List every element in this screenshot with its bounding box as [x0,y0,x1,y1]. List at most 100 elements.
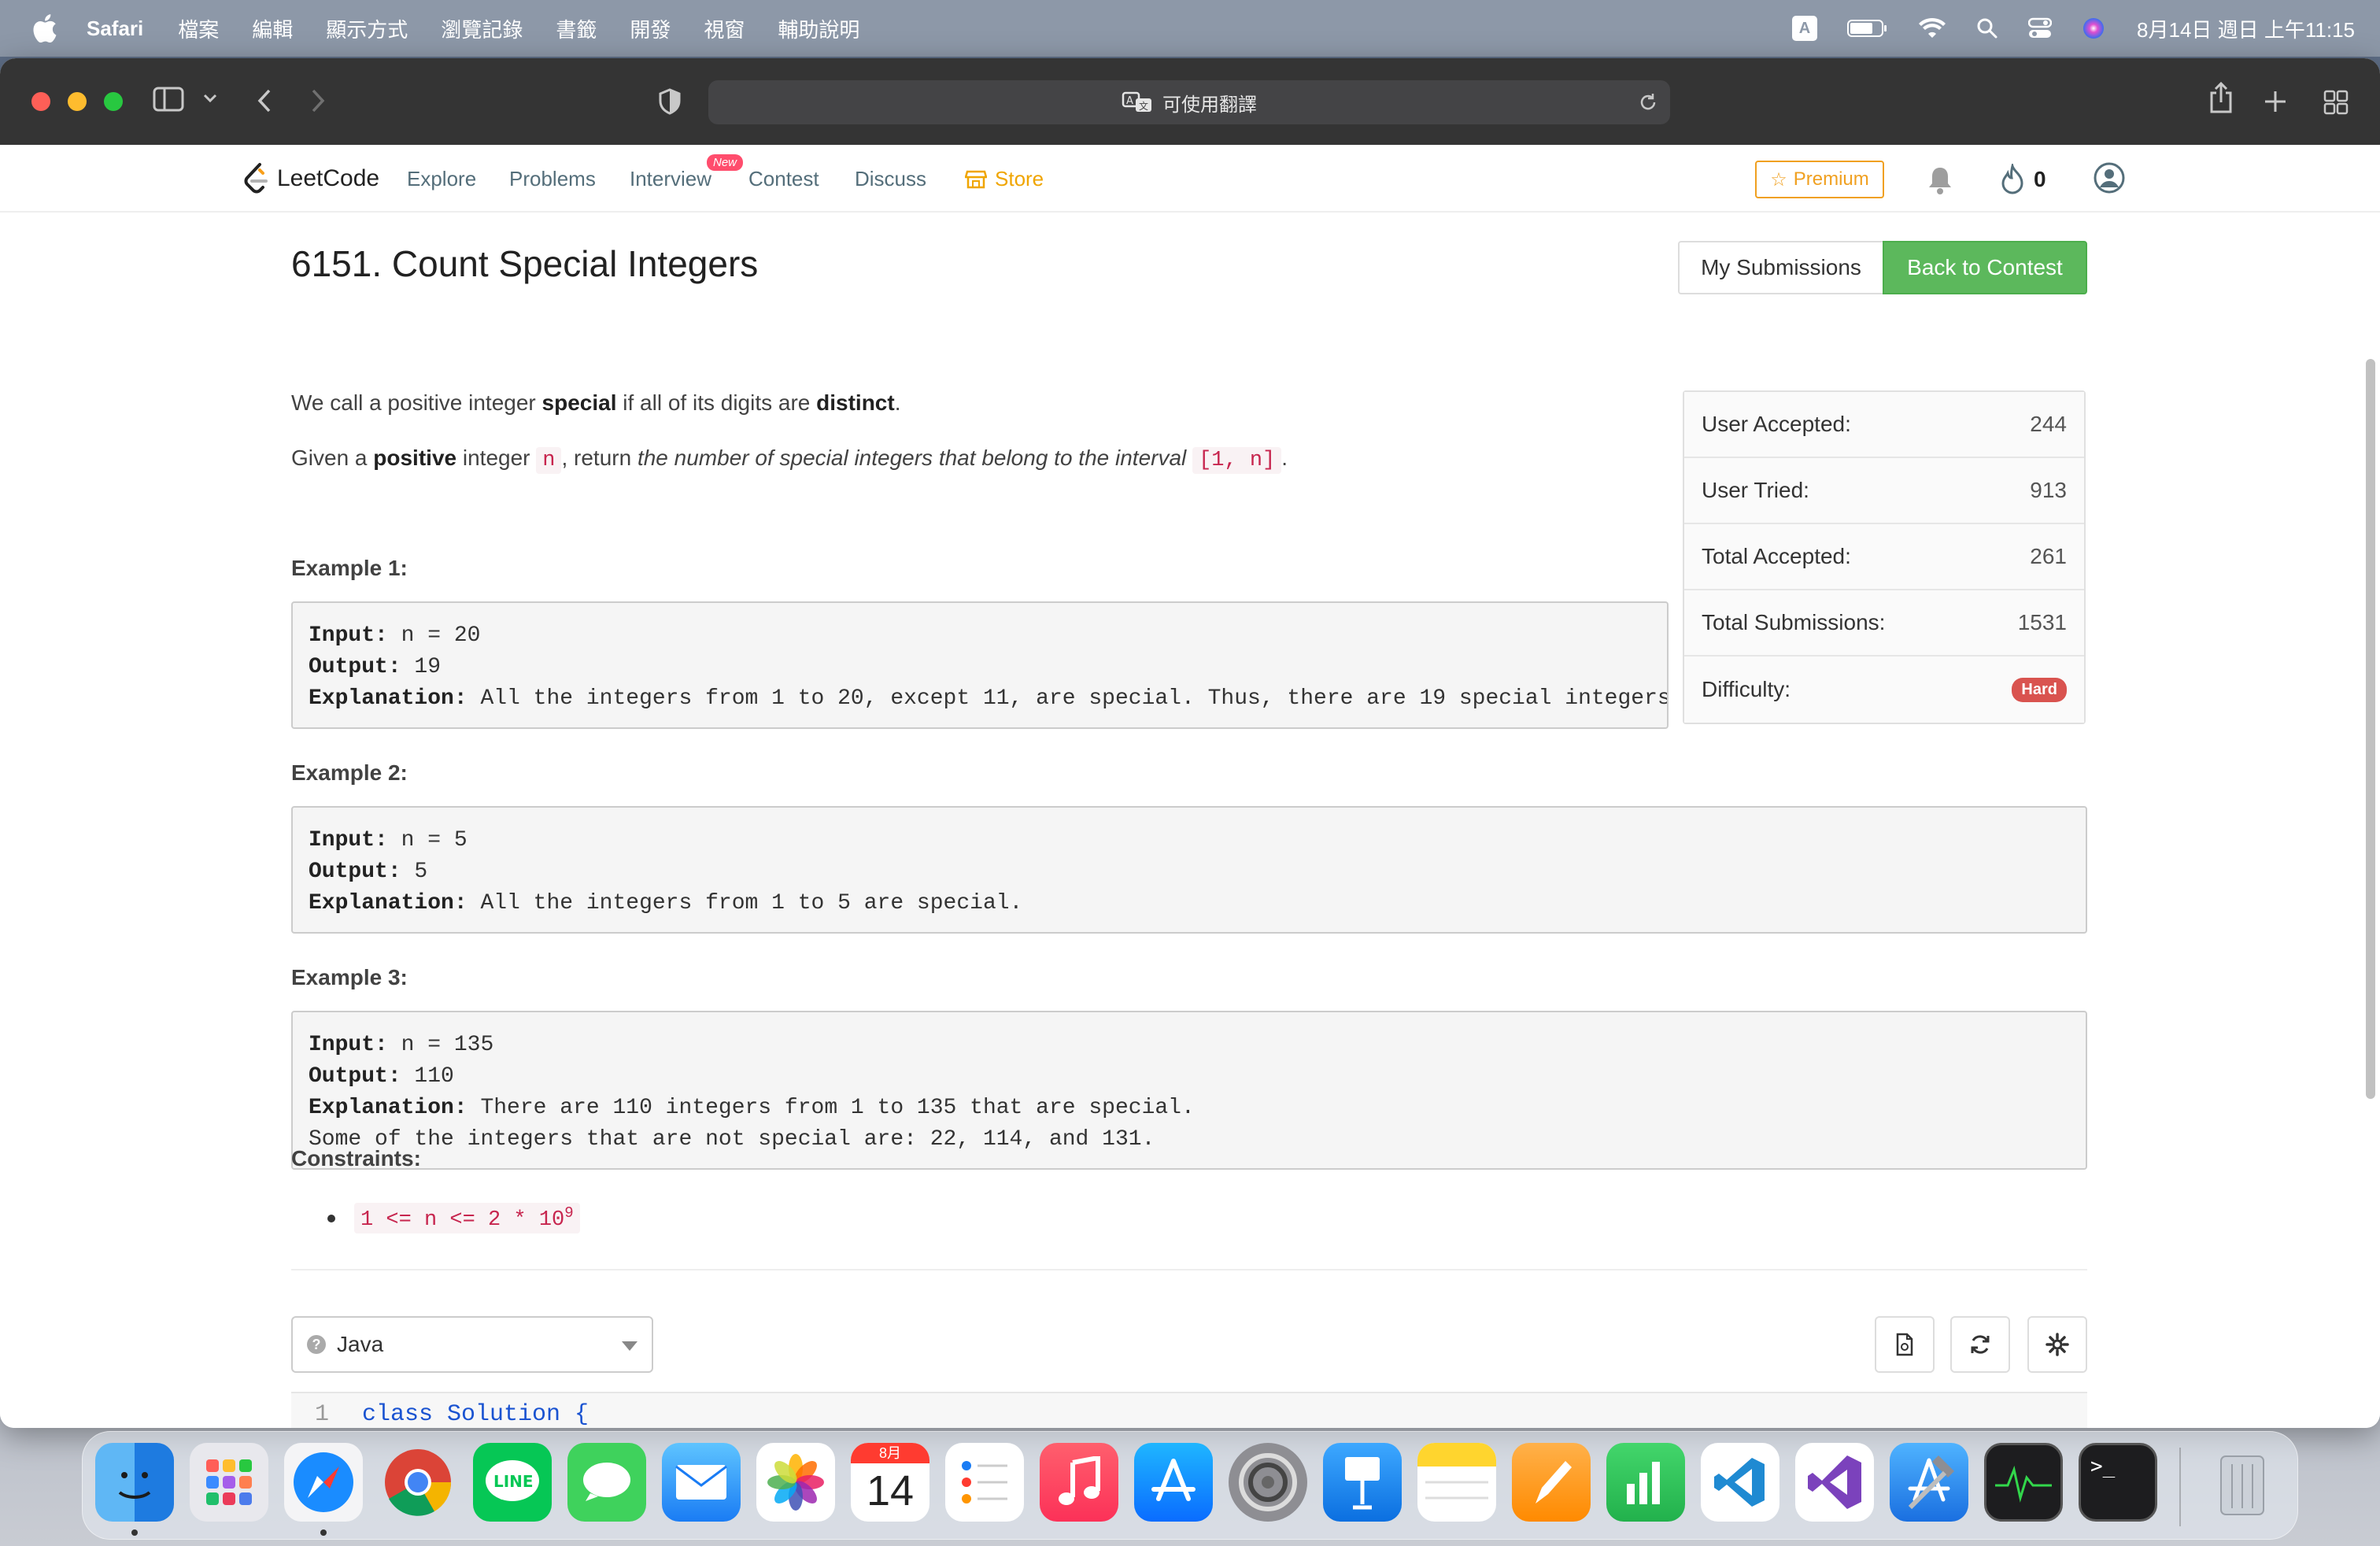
nav-discuss[interactable]: Discuss [855,167,926,191]
visual-studio-icon[interactable] [1795,1443,1874,1522]
text: if all of its digits are [616,390,817,415]
reminders-icon[interactable] [945,1443,1024,1522]
menu-help[interactable]: 輔助說明 [778,14,859,43]
help-icon[interactable]: ? [307,1335,326,1354]
stat-value: 261 [2030,544,2067,568]
leetcode-logo[interactable]: LeetCode [242,162,379,195]
xcode-icon[interactable] [1890,1443,1968,1522]
leetcode-logo-icon [244,163,268,194]
nav-contest[interactable]: Contest [748,167,819,191]
translate-icon[interactable]: A文 [1122,91,1153,114]
music-icon[interactable] [1040,1443,1118,1522]
address-bar[interactable]: A文 可使用翻譯 [708,80,1670,124]
file-template-button[interactable] [1875,1316,1935,1373]
menu-bookmarks[interactable]: 書籤 [556,14,597,43]
new-tab-icon[interactable] [2264,90,2287,113]
back-arrow-icon[interactable] [257,88,272,113]
example-3-block: Input: n = 135 Output: 110 Explanation: … [291,1011,2087,1170]
system-preferences-icon[interactable] [1229,1443,1307,1522]
photos-icon[interactable] [756,1443,835,1522]
text: We call a positive integer [291,390,542,415]
sidebar-toggle-icon[interactable] [153,87,184,112]
chevron-down-icon[interactable] [203,93,217,104]
address-text: 可使用翻譯 [1162,94,1257,116]
pages-icon[interactable] [1512,1443,1591,1522]
app-store-icon[interactable] [1134,1443,1213,1522]
window-controls [31,92,140,111]
trash-icon[interactable] [2203,1443,2282,1522]
text: Given a [291,446,374,470]
line-icon[interactable]: LINE [473,1443,552,1522]
menu-history[interactable]: 瀏覽記錄 [441,14,523,43]
input-source-icon[interactable]: A [1792,16,1818,41]
nav-problems[interactable]: Problems [509,167,596,191]
messages-icon[interactable] [567,1443,646,1522]
finder-icon[interactable] [95,1443,174,1522]
numbers-icon[interactable] [1606,1443,1685,1522]
keynote-icon[interactable] [1323,1443,1402,1522]
vscode-icon[interactable] [1701,1443,1779,1522]
launchpad-icon[interactable] [190,1443,268,1522]
menu-edit[interactable]: 編輯 [252,14,293,43]
stat-label: User Accepted: [1702,412,1851,436]
safari-icon[interactable] [284,1443,363,1522]
calendar-icon[interactable]: 8月 14 [851,1443,929,1522]
share-icon[interactable] [2208,82,2234,113]
forward-arrow-icon[interactable] [310,88,326,113]
stat-total-submissions: Total Submissions: 1531 [1684,590,2084,656]
terminal-icon[interactable]: >_ [2079,1443,2157,1522]
nav-interview[interactable]: Interview [630,167,711,191]
user-avatar-icon[interactable] [2094,162,2125,198]
menu-view[interactable]: 顯示方式 [326,14,408,43]
output-label: Output: [309,655,401,679]
inline-code: [1, n] [1192,447,1282,474]
explanation-text-line-2: Some of the integers that are not specia… [309,1127,1155,1152]
zoom-window-button[interactable] [104,92,123,111]
my-submissions-button[interactable]: My Submissions [1678,241,1884,294]
input-label: Input: [309,1033,388,1057]
editor-settings-button[interactable] [2027,1316,2087,1373]
bullet-dot [327,1214,335,1222]
minimize-window-button[interactable] [68,92,87,111]
menu-window[interactable]: 視窗 [704,14,745,43]
control-center-icon[interactable] [2028,17,2053,39]
text: . [894,390,901,415]
notes-icon[interactable] [1417,1443,1496,1522]
apple-icon[interactable] [30,13,58,44]
battery-icon[interactable] [1847,18,1888,39]
language-select[interactable]: ? Java [291,1316,653,1373]
streak-counter[interactable]: 0 [1999,164,2046,195]
output-value: 19 [401,655,442,679]
language-value: Java [337,1332,384,1356]
activity-monitor-icon[interactable] [1984,1443,2063,1522]
new-badge: New [707,154,744,171]
tab-overview-icon[interactable] [2323,90,2349,115]
close-window-button[interactable] [31,92,50,111]
siri-icon[interactable] [2082,17,2105,40]
menu-file[interactable]: 檔案 [178,14,219,43]
gear-icon [2046,1333,2069,1356]
nav-store[interactable]: Store [965,167,1044,191]
line-number: 1 [315,1401,330,1428]
menu-app-name[interactable]: Safari [87,17,143,41]
chrome-icon[interactable] [379,1443,457,1522]
back-to-contest-button[interactable]: Back to Contest [1883,241,2087,294]
menubar-clock[interactable]: 8月14日 週日 上午11:15 [2137,14,2355,43]
explanation-text: There are 110 integers from 1 to 135 tha… [467,1096,1195,1120]
nav-explore[interactable]: Explore [407,167,476,191]
bell-icon[interactable] [1927,165,1953,199]
code-editor[interactable]: 1 class Solution { [291,1392,2087,1428]
page-scrollbar[interactable] [2366,359,2375,1099]
spotlight-search-icon[interactable] [1976,17,1998,39]
svg-text:文: 文 [1139,100,1148,112]
explanation-label: Explanation: [309,1096,468,1120]
reload-icon[interactable] [1637,91,1659,119]
menu-develop[interactable]: 開發 [630,14,671,43]
stat-label: Difficulty: [1702,677,1791,701]
premium-button[interactable]: ☆ Premium [1755,161,1884,198]
mail-icon[interactable] [662,1443,741,1522]
stat-label: User Tried: [1702,478,1809,502]
reset-code-button[interactable] [1950,1316,2010,1373]
wifi-icon[interactable] [1918,17,1946,39]
privacy-shield-icon[interactable] [658,88,682,115]
